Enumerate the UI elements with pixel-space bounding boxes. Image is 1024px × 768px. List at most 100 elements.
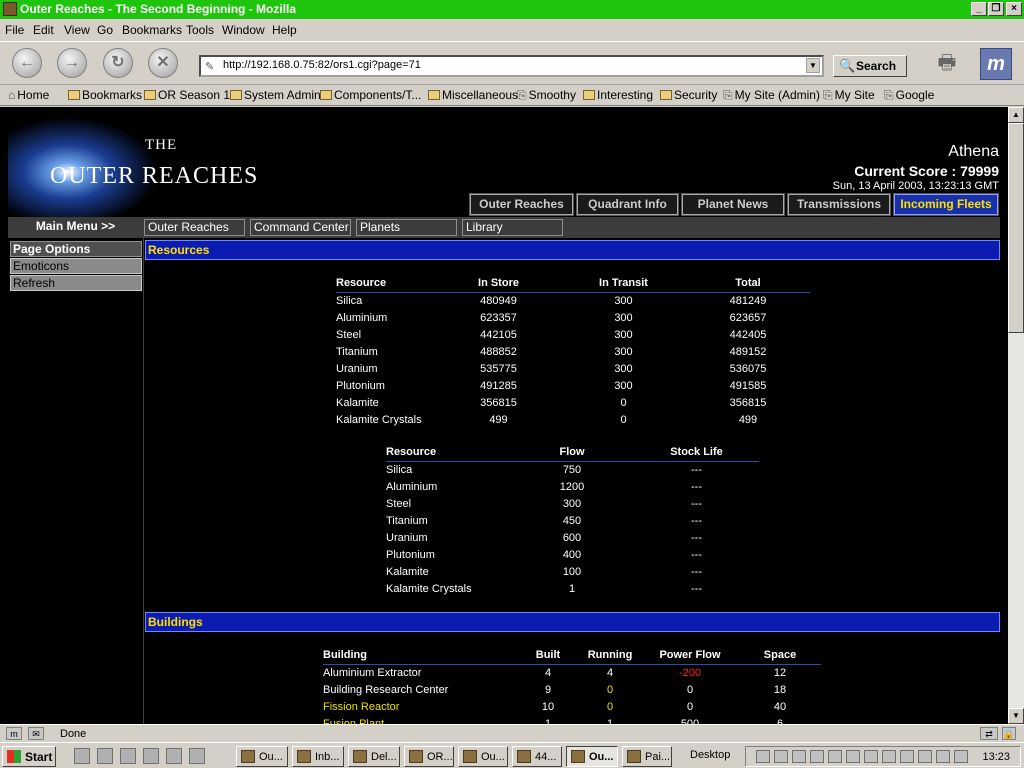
bookmark-google[interactable]: ⎘ Google — [884, 88, 934, 103]
tray-icon[interactable] — [810, 750, 824, 763]
tray-icon[interactable] — [828, 750, 842, 763]
table-cell: --- — [691, 548, 702, 561]
taskbar-button[interactable]: OR... — [404, 746, 454, 767]
quicklaunch-app-icon[interactable] — [143, 748, 159, 764]
taskbar-button[interactable]: Ou... — [236, 746, 288, 767]
tray-icon[interactable] — [846, 750, 860, 763]
tray-icon[interactable] — [918, 750, 932, 763]
bookmark-folder-components[interactable]: Components/T... — [320, 88, 421, 102]
player-name: Athena — [948, 143, 999, 160]
quicklaunch-desktop-icon[interactable] — [74, 748, 90, 764]
menu-tools[interactable]: Tools — [186, 23, 214, 37]
table-cell: Steel — [386, 497, 412, 510]
quicklaunch-browser-icon[interactable] — [97, 748, 113, 764]
tray-icon[interactable] — [756, 750, 770, 763]
sidebar-item-emoticons[interactable]: Emoticons — [10, 258, 142, 274]
windows-logo-icon — [7, 750, 21, 763]
scroll-down-icon[interactable]: ▼ — [1008, 708, 1024, 724]
taskbar-button-active[interactable]: Ou... — [566, 746, 618, 767]
tray-icon[interactable] — [774, 750, 788, 763]
menu-command-center[interactable]: Command Center — [250, 219, 351, 236]
close-button[interactable]: × — [1006, 2, 1022, 16]
tab-incoming-fleets[interactable]: Incoming Fleets — [893, 193, 999, 216]
table-cell: Plutonium — [336, 379, 385, 392]
bookmark-smoothy[interactable]: ⎘ Smoothy — [517, 88, 576, 103]
menu-view[interactable]: View — [64, 23, 90, 37]
menu-help[interactable]: Help — [272, 23, 297, 37]
tray-icon[interactable] — [864, 750, 878, 763]
start-button[interactable]: Start — [2, 746, 56, 767]
link-icon: ⎘ — [884, 88, 894, 102]
scroll-up-icon[interactable]: ▲ — [1008, 107, 1024, 123]
status-text: Done — [60, 728, 87, 740]
search-button[interactable]: 🔍 Search — [833, 55, 907, 77]
main-menu-label[interactable]: Main Menu >> — [8, 217, 143, 238]
tray-icon[interactable] — [936, 750, 950, 763]
mozilla-app-icon — [3, 2, 17, 16]
bookmark-my-site[interactable]: ⎘ My Site — [823, 88, 875, 103]
bookmark-home[interactable]: ⌂ Home — [8, 88, 49, 102]
menu-outer-reaches[interactable]: Outer Reaches — [144, 219, 245, 236]
menu-file[interactable]: File — [5, 23, 24, 37]
minimize-button[interactable]: _ — [971, 2, 987, 16]
volume-icon[interactable] — [900, 750, 914, 763]
bookmark-folder-security[interactable]: Security — [660, 88, 717, 102]
menu-go[interactable]: Go — [97, 23, 113, 37]
tray-icon[interactable] — [882, 750, 896, 763]
table-cell: Uranium — [386, 531, 428, 544]
sidebar-item-refresh[interactable]: Refresh — [10, 275, 142, 291]
table-cell: 623357 — [480, 311, 517, 324]
scroll-thumb[interactable] — [1008, 123, 1024, 333]
tab-quadrant-info[interactable]: Quadrant Info — [576, 193, 679, 216]
back-icon[interactable]: ← — [12, 48, 42, 78]
bookmark-my-site-admin[interactable]: ⎘ My Site (Admin) — [723, 88, 820, 103]
menu-planets[interactable]: Planets — [356, 219, 457, 236]
menu-library[interactable]: Library — [462, 219, 563, 236]
taskbar-button[interactable]: Del... — [348, 746, 400, 767]
quicklaunch-opera-icon[interactable] — [166, 748, 182, 764]
vertical-scrollbar[interactable]: ▲ ▼ — [1008, 107, 1024, 724]
forward-icon[interactable]: → — [57, 48, 87, 78]
component-bar-icon[interactable]: ✉ — [28, 727, 44, 740]
tab-planet-news[interactable]: Planet News — [681, 193, 785, 216]
bookmark-folder-miscellaneous[interactable]: Miscellaneous — [428, 88, 518, 102]
table-cell: 300 — [614, 328, 633, 341]
menu-edit[interactable]: Edit — [33, 23, 54, 37]
title-bar: Outer Reaches - The Second Beginning - M… — [0, 0, 1024, 19]
table-cell: 600 — [562, 531, 582, 544]
taskbar-button[interactable]: Pai... — [622, 746, 672, 767]
quicklaunch-media-icon[interactable] — [189, 748, 205, 764]
url-dropdown-icon[interactable]: ▼ — [806, 58, 820, 73]
bookmark-folder-system-admin[interactable]: System Admin — [230, 88, 321, 102]
tab-transmissions[interactable]: Transmissions — [787, 193, 891, 216]
taskbar-button[interactable]: 44... — [512, 746, 562, 767]
desktop-toolbar-label[interactable]: Desktop — [690, 749, 730, 761]
tray-icon[interactable] — [954, 750, 968, 763]
print-icon[interactable]: 🖶 — [930, 48, 964, 78]
mozilla-status-icon[interactable]: m — [6, 727, 22, 740]
resources-table: Resource In Store In Transit Total Silic… — [336, 276, 810, 428]
url-input[interactable]: ✎ http://192.168.0.75:82/ors1.cgi?page=7… — [199, 55, 824, 77]
table-cell: Silica — [386, 463, 413, 476]
bookmark-folder-interesting[interactable]: Interesting — [583, 88, 653, 102]
buildings-header-row: Building Built Running Power Flow Space — [323, 648, 821, 665]
reload-icon[interactable]: ↻ — [103, 48, 133, 78]
tab-outer-reaches[interactable]: Outer Reaches — [469, 193, 574, 216]
bookmark-folder-or-season-1[interactable]: OR Season 1 — [144, 88, 230, 102]
menu-window[interactable]: Window — [222, 23, 265, 37]
tray-icon[interactable] — [792, 750, 806, 763]
navigation-toolbar: ← → ↻ ✕ ✎ http://192.168.0.75:82/ors1.cg… — [0, 41, 1024, 85]
outer-reaches-logo: THE OUTER REACHES — [8, 117, 278, 217]
clock[interactable]: 13:23 — [982, 751, 1010, 763]
quicklaunch-tool-icon[interactable] — [120, 748, 136, 764]
menu-bookmarks[interactable]: Bookmarks — [122, 23, 182, 37]
maximize-button[interactable]: ❐ — [988, 2, 1004, 16]
table-cell: 481249 — [729, 294, 767, 307]
table-cell: --- — [691, 480, 702, 493]
taskbar-button[interactable]: Ou... — [458, 746, 508, 767]
table-cell: 499 — [489, 413, 508, 426]
stop-icon[interactable]: ✕ — [148, 48, 178, 78]
bookmark-folder-bookmarks[interactable]: Bookmarks — [68, 88, 142, 102]
taskbar-button[interactable]: Inb... — [292, 746, 344, 767]
table-cell: 442105 — [480, 328, 517, 341]
